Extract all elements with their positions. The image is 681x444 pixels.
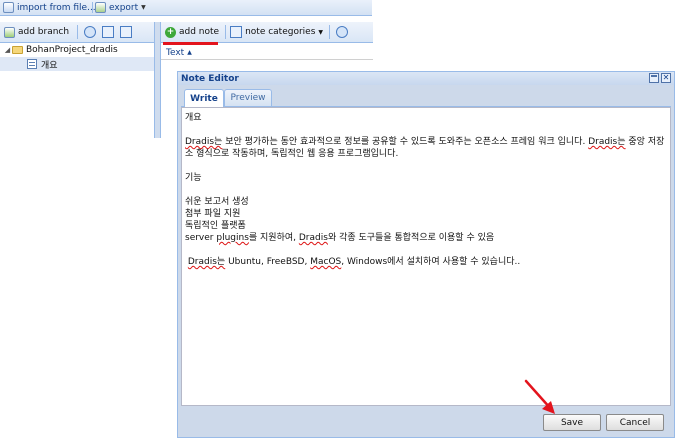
add-branch-icon [4,26,15,38]
note-categories-button[interactable]: note categories ▼ [230,26,323,38]
column-header-label: Text [166,47,185,58]
note-heading: 개요 [185,113,202,123]
toolbar-separator [77,25,79,39]
import-from-file-button[interactable]: import from file... ▼ [3,1,103,14]
chevron-down-icon: ▼ [318,28,324,36]
import-label: import from file... [17,2,96,13]
annotation-underline [163,42,218,45]
tab-preview[interactable]: Preview [224,89,272,106]
collapse-all-icon[interactable] [120,26,133,38]
toolbar-separator [92,2,93,13]
folder-icon [12,46,23,54]
feature-item: 쉬운 보고서 생성 [185,197,249,207]
install-line: Dradis는 Ubuntu, FreeBSD, MacOS, Windows에… [187,257,521,267]
add-branch-button[interactable]: add branch [4,26,70,38]
toolbar-separator [225,25,227,39]
categories-icon [230,26,243,38]
features-heading: 기능 [185,173,202,183]
annotation-arrow [524,379,555,414]
add-note-label: add note [179,27,220,37]
tab-write[interactable]: Write [184,89,224,107]
window-footer: Save Cancel [178,409,674,437]
window-title-bar[interactable]: Note Editor ✕ [178,72,674,85]
sort-ascending-icon: ▲ [187,49,192,56]
tree-node-child[interactable]: 개요 [0,57,154,71]
feature-item: 첨부 파일 지원 [185,209,241,219]
note-paragraph: Dradis는 보안 평가하는 동안 효과적으로 정보를 공유할 수 있드록 도… [185,137,665,159]
tree-node-label: BohanProject_dradis [26,45,118,55]
note-text-area[interactable]: 개요 Dradis는 보안 평가하는 동안 효과적으로 정보를 공유할 수 있드… [181,107,671,406]
tree-toolbar: add branch [0,22,154,43]
chevron-down-icon: ▼ [141,4,146,11]
tree-node-root[interactable]: ◢ BohanProject_dradis [0,43,154,57]
top-toolbar: import from file... ▼ export ▼ [0,0,372,16]
export-icon [95,2,106,13]
add-icon: + [165,26,176,38]
export-button[interactable]: export ▼ [95,1,146,14]
note-categories-label: note categories [245,27,316,37]
maximize-icon[interactable] [649,73,659,83]
import-icon [3,2,14,13]
refresh-icon[interactable] [84,26,97,38]
editor-tab-strip: Write Preview [181,87,671,107]
cancel-button[interactable]: Cancel [606,414,664,431]
add-note-button[interactable]: + add note [165,26,220,38]
window-title: Note Editor [181,73,239,84]
close-icon[interactable]: ✕ [661,73,671,83]
expand-all-icon[interactable] [102,26,115,38]
note-editor-window: Note Editor ✕ Write Preview 개요 Dradis는 보… [177,71,675,438]
export-label: export [109,2,139,13]
plugin-line: server plugins를 지원하여, Dradis와 각종 도구들을 통합… [185,233,495,243]
notes-toolbar: + add note note categories ▼ [161,22,373,43]
notes-column-header[interactable]: Text ▲ [161,46,373,60]
feature-item: 독립적인 플랫폼 [185,221,246,231]
tree-node-label: 개요 [41,60,58,71]
toolbar-separator [329,25,331,39]
add-branch-label: add branch [18,27,70,37]
note-icon [27,59,37,69]
expand-triangle-icon[interactable]: ◢ [3,46,12,54]
refresh-icon[interactable] [336,26,349,38]
panel-splitter[interactable] [154,22,161,138]
